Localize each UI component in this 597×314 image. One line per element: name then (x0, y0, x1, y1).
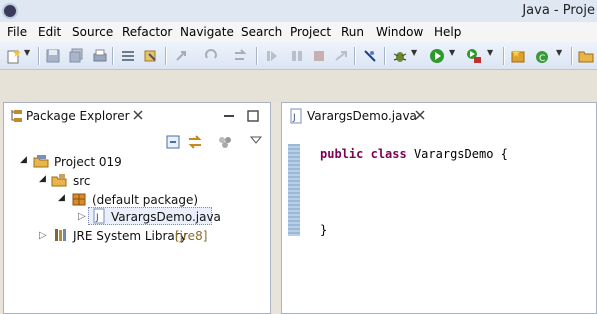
menu-help[interactable]: Help (434, 25, 461, 39)
toolbar-icons[interactable] (217, 134, 233, 150)
separator (38, 47, 40, 65)
editor-tab[interactable]: J VarargsDemo.java (282, 103, 432, 129)
debug-icon[interactable] (392, 48, 408, 64)
separator (571, 47, 573, 65)
tree-item-file[interactable]: VarargsDemo.java (111, 210, 221, 224)
toolbar-icons[interactable] (143, 48, 159, 64)
toolbar: ▼ ▼ ▼ ▼ C ▼ (0, 42, 597, 70)
title-bar: Java - Proje (0, 0, 597, 22)
menu-refactor[interactable]: Refactor (122, 25, 172, 39)
expand-toggle[interactable]: ◢ (39, 174, 46, 184)
editor-tab-label: VarargsDemo.java (307, 109, 417, 123)
chevron-down-icon[interactable]: ▼ (556, 48, 564, 64)
code-line-close[interactable]: } (320, 223, 327, 237)
close-icon[interactable] (132, 109, 144, 121)
close-icon[interactable] (414, 109, 426, 121)
collapse-all-icon[interactable] (165, 134, 181, 150)
svg-text:C: C (539, 54, 545, 64)
toolbar-icons[interactable] (362, 48, 378, 64)
jre-version-tag: [jre8] (175, 229, 208, 243)
library-icon (55, 229, 66, 241)
coverage-icon[interactable] (466, 48, 482, 64)
menu-search[interactable]: Search (241, 25, 282, 39)
quick-diff-ruler (288, 144, 300, 236)
java-file-icon: J (290, 108, 302, 124)
menu-run[interactable]: Run (341, 25, 364, 39)
menu-file[interactable]: File (7, 25, 27, 39)
chevron-down-icon[interactable]: ▼ (24, 48, 32, 64)
toolbar-icons (205, 49, 217, 59)
package-explorer-icon (11, 110, 22, 122)
toolbar-icons (267, 51, 277, 61)
toolbar-icons[interactable] (120, 48, 136, 64)
eclipse-icon[interactable] (2, 3, 18, 19)
tree-item-project[interactable]: Project 019 (54, 155, 122, 169)
toolbar-icons (314, 51, 324, 61)
separator (503, 47, 505, 65)
separator (112, 47, 114, 65)
new-java-project-icon[interactable] (510, 48, 526, 64)
toolbar-icons (235, 49, 247, 60)
save-icon[interactable] (45, 48, 61, 64)
java-file-icon: J (93, 208, 105, 224)
menu-source[interactable]: Source (72, 25, 113, 39)
svg-text:J: J (292, 113, 296, 123)
new-icon[interactable] (6, 48, 22, 64)
package-explorer-label: Package Explorer (26, 109, 130, 123)
code-line-1[interactable]: public class VarargsDemo { (320, 147, 508, 161)
separator (384, 47, 386, 65)
expand-toggle[interactable]: ◢ (58, 193, 65, 203)
svg-text:J: J (95, 213, 99, 223)
run-icon[interactable] (429, 48, 445, 64)
expand-toggle[interactable]: ◢ (20, 155, 27, 165)
separator (354, 47, 356, 65)
chevron-down-icon[interactable]: ▼ (411, 48, 419, 64)
new-class-icon[interactable]: C (534, 48, 550, 64)
menu-bar: File Edit Source Refactor Navigate Searc… (0, 22, 597, 42)
menu-edit[interactable]: Edit (38, 25, 61, 39)
workbench-gap (0, 70, 597, 102)
menu-window[interactable]: Window (376, 25, 423, 39)
keyword-class: class (370, 147, 407, 161)
minimize-icon[interactable] (221, 109, 237, 125)
source-folder-icon (51, 174, 67, 187)
chevron-right-icon[interactable]: ▷ (78, 211, 86, 222)
open-folder-icon[interactable] (578, 48, 594, 64)
separator (165, 47, 167, 65)
keyword-public: public (320, 147, 364, 161)
save-all-icon[interactable] (68, 48, 84, 64)
toolbar-icons (292, 51, 302, 61)
print-icon[interactable] (92, 48, 108, 64)
project-icon (33, 155, 49, 168)
class-name: VarargsDemo { (413, 147, 508, 161)
chevron-right-icon[interactable]: ▷ (39, 230, 47, 241)
package-explorer-tab[interactable]: Package Explorer (4, 103, 154, 129)
window-title: Java - Proje (522, 3, 595, 18)
tree-item-jre[interactable]: JRE System Library (73, 229, 187, 243)
tree-item-src[interactable]: src (73, 174, 91, 188)
menu-project[interactable]: Project (290, 25, 331, 39)
chevron-down-icon[interactable]: ▼ (449, 48, 457, 64)
tree-item-package[interactable]: (default package) (92, 193, 198, 207)
chevron-down-icon[interactable]: ▼ (487, 48, 495, 64)
package-explorer-view: Package Explorer ◢ Project 019 ◢ src ◢ (… (3, 102, 271, 314)
package-icon (72, 193, 86, 206)
menu-navigate[interactable]: Navigate (180, 25, 234, 39)
maximize-icon[interactable] (245, 108, 261, 124)
link-editor-icon[interactable] (187, 134, 203, 150)
toolbar-icons (335, 51, 347, 61)
view-menu-icon[interactable] (248, 132, 264, 148)
editor-area: J VarargsDemo.java public class VarargsD… (281, 102, 597, 314)
toolbar-icons (176, 51, 186, 61)
separator (256, 47, 258, 65)
